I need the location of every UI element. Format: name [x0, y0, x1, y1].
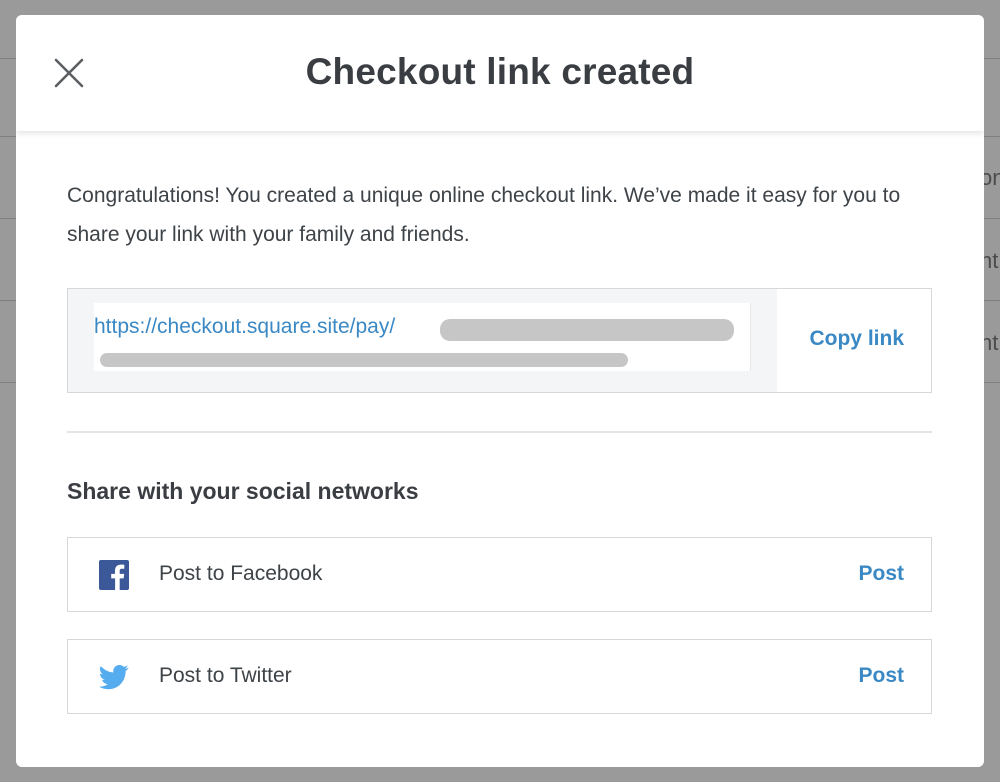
- link-text-area[interactable]: https://checkout.square.site/pay/: [94, 303, 751, 371]
- share-row-facebook[interactable]: Post to Facebook Post: [67, 537, 932, 612]
- post-facebook-button[interactable]: Post: [858, 562, 904, 586]
- share-row-label: Post to Twitter: [159, 664, 292, 687]
- background-text-fragment: nt: [984, 330, 999, 355]
- share-row-twitter[interactable]: Post to Twitter Post: [67, 639, 932, 714]
- facebook-icon: [99, 560, 129, 590]
- intro-text: Congratulations! You created a unique on…: [67, 184, 901, 246]
- modal-title: Checkout link created: [305, 51, 695, 92]
- twitter-icon: [98, 662, 129, 692]
- modal-header: Checkout link created: [16, 15, 984, 131]
- share-row-label: Post to Facebook: [159, 562, 323, 585]
- redacted-link-segment: [440, 319, 734, 341]
- share-heading: Share with your social networks: [67, 478, 419, 504]
- checkout-link-modal: Checkout link created Congratulations! Y…: [16, 15, 984, 767]
- redacted-link-segment: [100, 353, 628, 367]
- section-divider: [67, 431, 932, 433]
- post-twitter-button[interactable]: Post: [858, 664, 904, 688]
- link-field[interactable]: https://checkout.square.site/pay/: [68, 289, 777, 392]
- copy-link-button[interactable]: Copy link: [809, 327, 904, 351]
- background-text-fragment: nt: [984, 248, 999, 273]
- background-text-fragment: on: [984, 165, 1000, 190]
- checkout-link-box: https://checkout.square.site/pay/ Copy l…: [67, 288, 932, 393]
- checkout-link-url: https://checkout.square.site/pay/: [94, 315, 396, 338]
